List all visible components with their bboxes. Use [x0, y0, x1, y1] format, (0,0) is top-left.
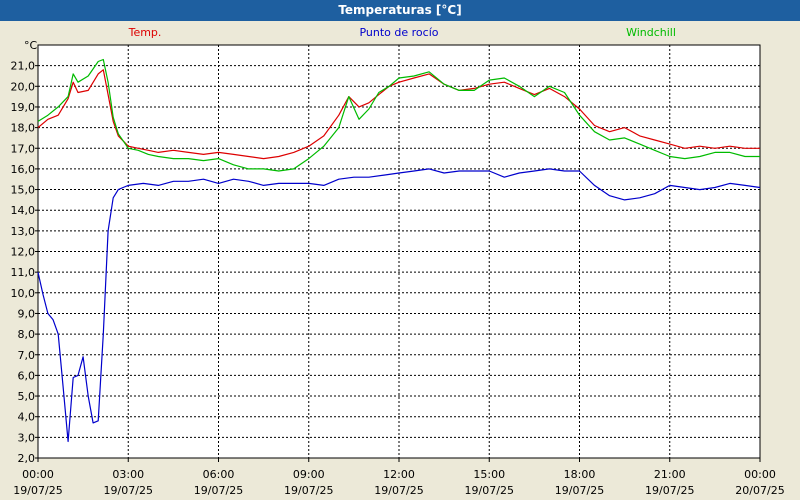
legend-entry: Temp. — [128, 26, 162, 39]
grid-lines — [38, 45, 760, 459]
y-tick-label: 14,0 — [11, 204, 36, 217]
x-tick-time-label: 21:00 — [654, 468, 686, 481]
y-tick-label: 8,0 — [18, 328, 36, 341]
x-tick-date-label: 20/07/25 — [735, 484, 784, 497]
y-tick-label: 5,0 — [18, 390, 36, 403]
y-tick-label: 12,0 — [11, 246, 36, 259]
x-tick-time-label: 09:00 — [293, 468, 325, 481]
y-tick-label: 11,0 — [11, 266, 36, 279]
y-tick-label: 3,0 — [18, 431, 36, 444]
y-tick-label: 7,0 — [18, 349, 36, 362]
x-tick-date-label: 19/07/25 — [194, 484, 243, 497]
x-tick-time-label: 15:00 — [473, 468, 505, 481]
x-tick-time-label: 03:00 — [112, 468, 144, 481]
window-title: Temperaturas [°C] — [0, 0, 800, 21]
x-tick-date-label: 19/07/25 — [104, 484, 153, 497]
y-tick-label: 17,0 — [11, 142, 36, 155]
y-tick-label: 19,0 — [11, 101, 36, 114]
temperature-chart: 2,0 3,0 4,0 5,0 6,0 7,0 8,0 9,0 10,0 11,0 12,0 13,0… — [11, 26, 785, 497]
x-tick-date-label: 19/07/25 — [13, 484, 62, 497]
x-tick-date-label: 19/07/25 — [284, 484, 333, 497]
y-axis-ticks: 2,0 3,0 4,0 5,0 6,0 7,0 8,0 9,0 10,0 11,0 12,0 13,0… — [11, 60, 38, 465]
y-tick-label: 2,0 — [18, 452, 36, 465]
y-tick-label: 21,0 — [11, 60, 36, 73]
y-tick-label: 10,0 — [11, 287, 36, 300]
x-tick-date-label: 19/07/25 — [645, 484, 694, 497]
x-tick-time-label: 18:00 — [564, 468, 596, 481]
y-tick-label: 6,0 — [18, 369, 36, 382]
legend: Temp. Punto de rocío Windchill — [128, 26, 676, 39]
x-tick-time-label: 00:00 — [744, 468, 776, 481]
y-tick-label: 18,0 — [11, 122, 36, 135]
y-tick-label: 15,0 — [11, 184, 36, 197]
y-tick-label: 4,0 — [18, 411, 36, 424]
x-tick-date-label: 19/07/25 — [555, 484, 604, 497]
y-axis-label: °C — [24, 39, 38, 52]
x-axis-ticks: 00:00 19/07/25 03:00 19/07/25 06:00 19/07/25 0… — [13, 458, 785, 497]
chart-window: Temperaturas [°C] 2,0 3,0 4,0 5,0 6,0 7,0 8,0 9… — [0, 0, 800, 500]
x-tick-date-label: 19/07/25 — [374, 484, 423, 497]
y-tick-label: 13,0 — [11, 225, 36, 238]
x-tick-time-label: 06:00 — [203, 468, 235, 481]
y-tick-label: 9,0 — [18, 307, 36, 320]
x-tick-date-label: 19/07/25 — [465, 484, 514, 497]
x-tick-time-label: 00:00 — [22, 468, 54, 481]
y-tick-label: 20,0 — [11, 80, 36, 93]
x-tick-time-label: 12:00 — [383, 468, 415, 481]
legend-entry: Windchill — [626, 26, 676, 39]
y-tick-label: 16,0 — [11, 163, 36, 176]
legend-entry: Punto de rocío — [359, 26, 438, 39]
